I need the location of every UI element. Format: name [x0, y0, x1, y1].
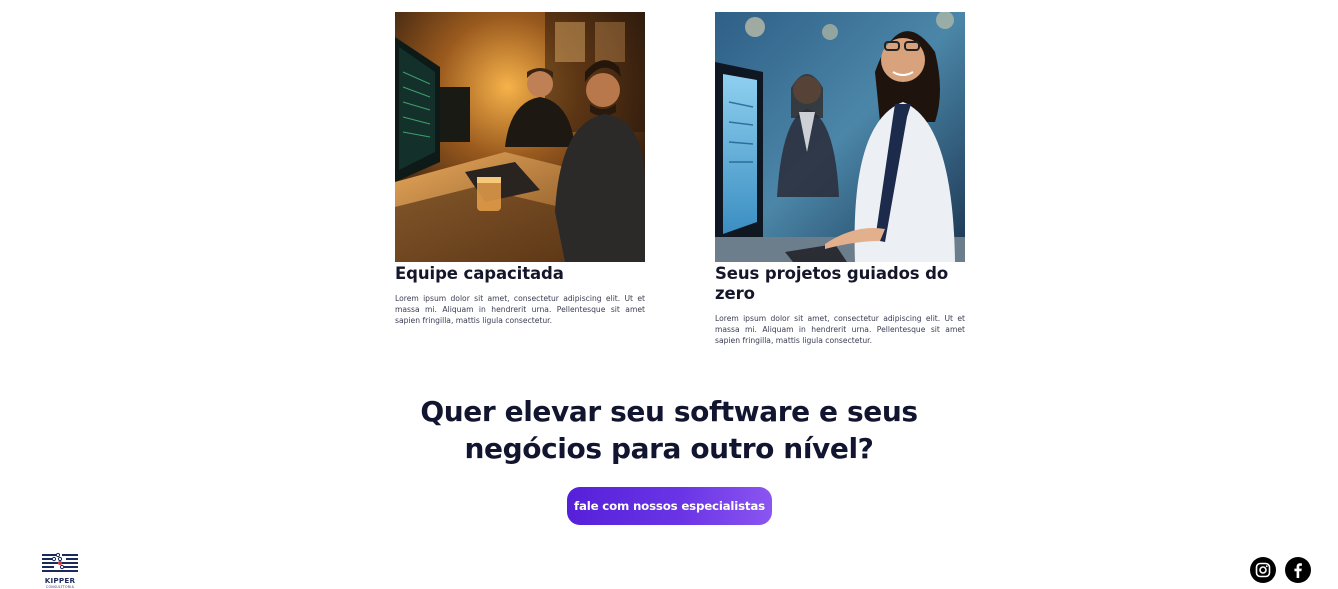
feature-card-team: Equipe capacitada Lorem ipsum dolor sit …	[395, 12, 645, 327]
feature-card-projects: Seus projetos guiados do zero Lorem ipsu…	[715, 12, 965, 347]
cta-heading-line2: negócios para outro nível?	[464, 432, 874, 465]
circuit-logo-icon	[40, 552, 80, 574]
card-description: Lorem ipsum dolor sit amet, consectetur …	[395, 294, 645, 326]
card-title: Equipe capacitada	[395, 264, 564, 283]
logo-name: KIPPER	[44, 576, 76, 585]
smiling-professional-woman-photo	[715, 12, 965, 262]
card-title: Seus projetos guiados do zero	[715, 264, 949, 303]
cta-heading: Quer elevar seu software e seus negócios…	[400, 393, 938, 467]
logo-subtitle: CONSULTTORIA	[45, 585, 75, 589]
instagram-icon[interactable]	[1250, 557, 1276, 583]
team-working-at-computers-photo	[395, 12, 645, 262]
cta-heading-line1: Quer elevar seu software e seus	[420, 395, 918, 428]
card-description: Lorem ipsum dolor sit amet, consectetur …	[715, 314, 965, 346]
contact-specialists-button[interactable]: fale com nossos especialistas	[567, 487, 772, 525]
facebook-icon[interactable]	[1285, 557, 1311, 583]
